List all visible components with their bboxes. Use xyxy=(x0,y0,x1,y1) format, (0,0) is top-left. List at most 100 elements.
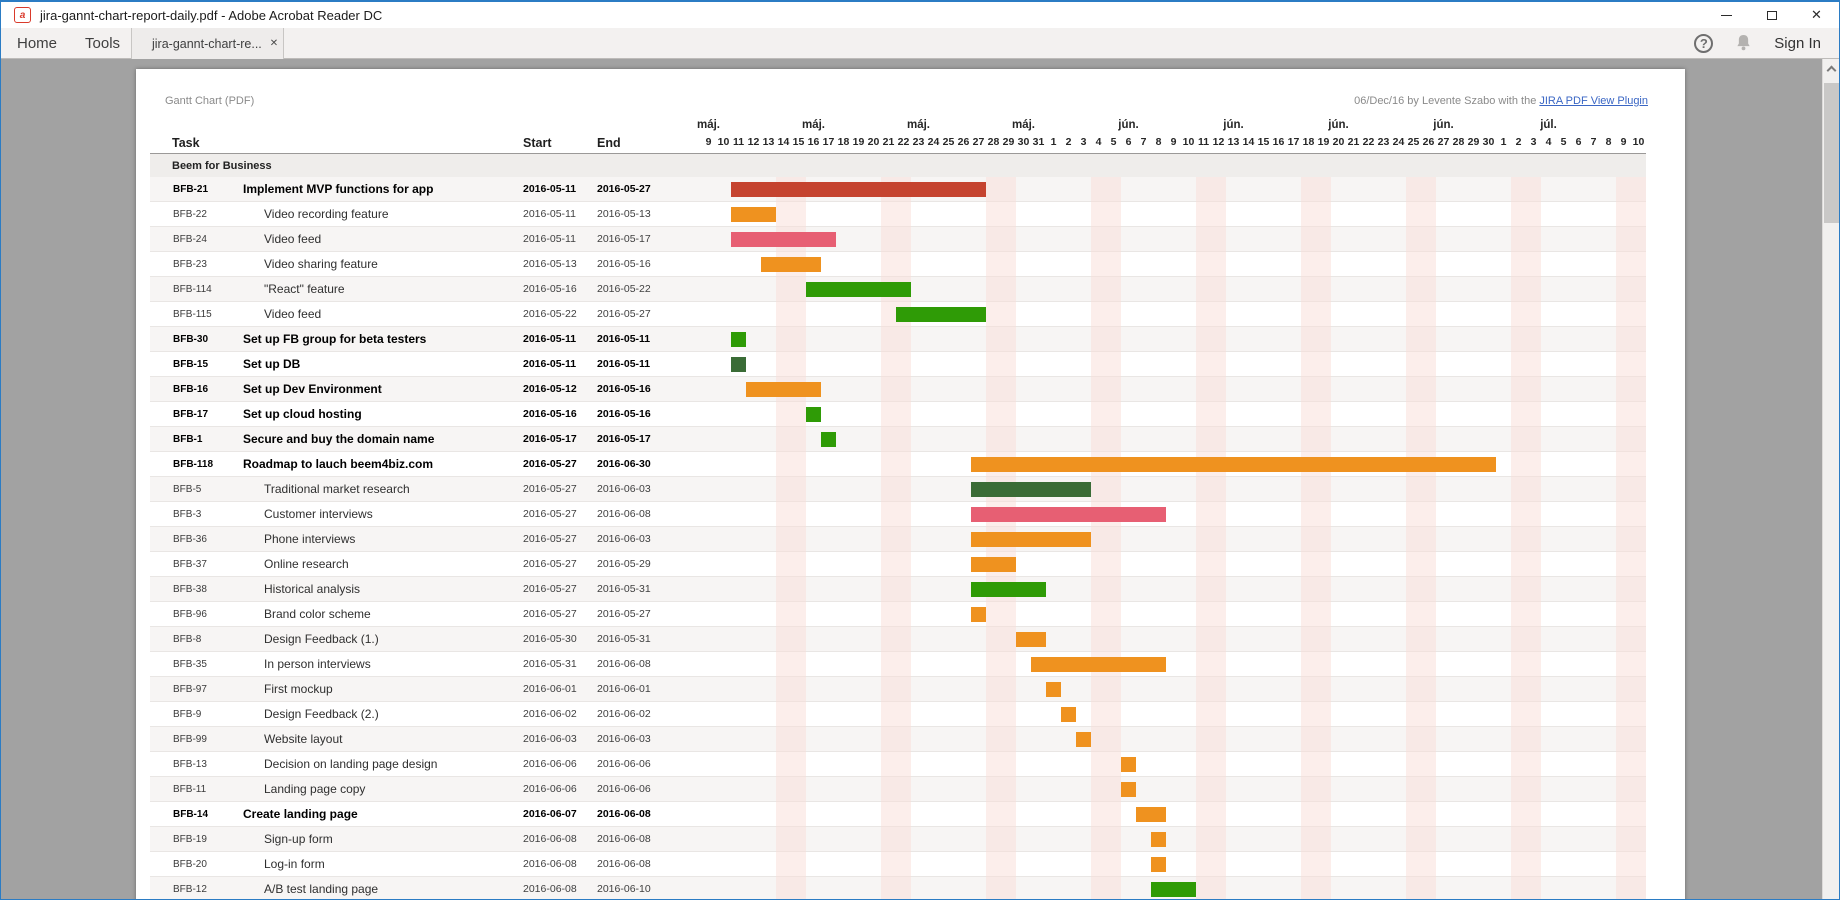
gantt-bar xyxy=(806,407,821,422)
day-label: 22 xyxy=(1361,136,1376,148)
group-label: Beem for Business xyxy=(172,160,272,172)
day-label: 30 xyxy=(1481,136,1496,148)
pdf-report-title: Gantt Chart (PDF) xyxy=(165,95,254,107)
task-start-date: 2016-06-02 xyxy=(523,702,577,727)
gantt-bar xyxy=(1046,682,1061,697)
task-name: A/B test landing page xyxy=(264,877,378,899)
task-key: BFB-16 xyxy=(173,377,208,402)
task-start-date: 2016-05-11 xyxy=(523,202,576,227)
tab-close-icon[interactable]: ✕ xyxy=(270,38,278,49)
task-start-date: 2016-05-31 xyxy=(523,652,577,677)
task-end-date: 2016-06-08 xyxy=(597,827,651,852)
task-name: Video sharing feature xyxy=(264,252,378,277)
sign-in-button[interactable]: Sign In xyxy=(1774,35,1821,52)
task-key: BFB-118 xyxy=(173,452,213,477)
scroll-up-icon[interactable] xyxy=(1827,66,1837,76)
gantt-bar xyxy=(1031,657,1166,672)
task-key: BFB-17 xyxy=(173,402,208,427)
day-label: 21 xyxy=(881,136,896,148)
task-end-date: 2016-06-06 xyxy=(597,777,651,802)
jira-pdf-plugin-link[interactable]: JIRA PDF View Plugin xyxy=(1539,95,1648,107)
scrollbar-thumb[interactable] xyxy=(1824,83,1839,223)
maximize-button[interactable] xyxy=(1749,2,1794,28)
task-name: Online research xyxy=(264,552,349,577)
month-label: júl. xyxy=(1527,119,1571,131)
task-key: BFB-15 xyxy=(173,352,208,377)
task-key: BFB-30 xyxy=(173,327,208,352)
tab-home[interactable]: Home xyxy=(1,28,71,58)
gantt-bar xyxy=(1121,782,1136,797)
day-label: 12 xyxy=(1211,136,1226,148)
task-end-date: 2016-06-03 xyxy=(597,727,651,752)
task-name: Website layout xyxy=(264,727,343,752)
day-label: 27 xyxy=(971,136,986,148)
task-name: Brand color scheme xyxy=(264,602,371,627)
task-end-date: 2016-05-16 xyxy=(597,402,651,427)
day-label: 23 xyxy=(911,136,926,148)
document-tab-label: jira-gannt-chart-re... xyxy=(152,37,262,51)
task-name: Roadmap to lauch beem4biz.com xyxy=(243,452,433,477)
day-label: 19 xyxy=(851,136,866,148)
title-bar: a jira-gannt-chart-report-daily.pdf - Ad… xyxy=(1,2,1839,28)
gantt-bar xyxy=(971,507,1166,522)
task-start-date: 2016-06-07 xyxy=(523,802,577,827)
vertical-scrollbar[interactable] xyxy=(1822,59,1839,899)
task-name: Phone interviews xyxy=(264,527,355,552)
task-end-date: 2016-06-01 xyxy=(597,677,651,702)
task-key: BFB-19 xyxy=(173,827,207,852)
day-label: 25 xyxy=(1406,136,1421,148)
task-start-date: 2016-05-16 xyxy=(523,402,577,427)
task-start-date: 2016-05-27 xyxy=(523,502,577,527)
task-start-date: 2016-06-06 xyxy=(523,752,577,777)
day-label: 31 xyxy=(1031,136,1046,148)
day-label: 11 xyxy=(1196,136,1211,148)
task-end-date: 2016-05-31 xyxy=(597,577,651,602)
day-label: 2 xyxy=(1511,136,1526,148)
credit-text: 06/Dec/16 by Levente Szabo with the xyxy=(1354,95,1539,107)
day-label: 9 xyxy=(701,136,716,148)
task-name: Set up cloud hosting xyxy=(243,402,362,427)
task-name: "React" feature xyxy=(264,277,345,302)
day-label: 11 xyxy=(731,136,746,148)
day-label: 1 xyxy=(1496,136,1511,148)
task-name: First mockup xyxy=(264,677,333,702)
column-header-start: Start xyxy=(523,136,551,150)
close-button[interactable]: ✕ xyxy=(1794,2,1839,28)
document-canvas: Gantt Chart (PDF) 06/Dec/16 by Levente S… xyxy=(1,59,1839,899)
day-label: 6 xyxy=(1571,136,1586,148)
task-start-date: 2016-06-01 xyxy=(523,677,577,702)
pdf-credit-line: 06/Dec/16 by Levente Szabo with the JIRA… xyxy=(1354,95,1648,107)
task-start-date: 2016-05-17 xyxy=(523,427,577,452)
gantt-bar xyxy=(971,582,1046,597)
group-row: Beem for Business xyxy=(150,154,1646,177)
day-label: 15 xyxy=(1256,136,1271,148)
day-label: 13 xyxy=(1226,136,1241,148)
gantt-bar xyxy=(971,607,986,622)
tab-tools[interactable]: Tools xyxy=(71,28,134,58)
month-label: jún. xyxy=(1212,119,1256,131)
task-name: Video feed xyxy=(264,302,321,327)
gantt-bar xyxy=(1151,832,1166,847)
day-label: 6 xyxy=(1121,136,1136,148)
gantt-bar xyxy=(731,232,836,247)
minimize-button[interactable] xyxy=(1704,2,1749,28)
task-key: BFB-13 xyxy=(173,752,207,777)
notifications-bell-icon[interactable] xyxy=(1735,34,1752,53)
day-label: 7 xyxy=(1136,136,1151,148)
task-name: Set up DB xyxy=(243,352,300,377)
help-icon[interactable]: ? xyxy=(1694,34,1713,53)
task-key: BFB-96 xyxy=(173,602,207,627)
day-label: 5 xyxy=(1106,136,1121,148)
window-controls: ✕ xyxy=(1704,2,1839,28)
gantt-bar xyxy=(731,357,746,372)
day-label: 15 xyxy=(791,136,806,148)
task-start-date: 2016-06-08 xyxy=(523,852,577,877)
day-label: 16 xyxy=(1271,136,1286,148)
gantt-bar xyxy=(1016,632,1046,647)
task-start-date: 2016-05-27 xyxy=(523,527,577,552)
document-tab[interactable]: jira-gannt-chart-re... ✕ xyxy=(131,28,284,59)
minimize-icon xyxy=(1721,15,1732,16)
day-label: 22 xyxy=(896,136,911,148)
gantt-bar xyxy=(971,532,1091,547)
task-key: BFB-20 xyxy=(173,852,207,877)
